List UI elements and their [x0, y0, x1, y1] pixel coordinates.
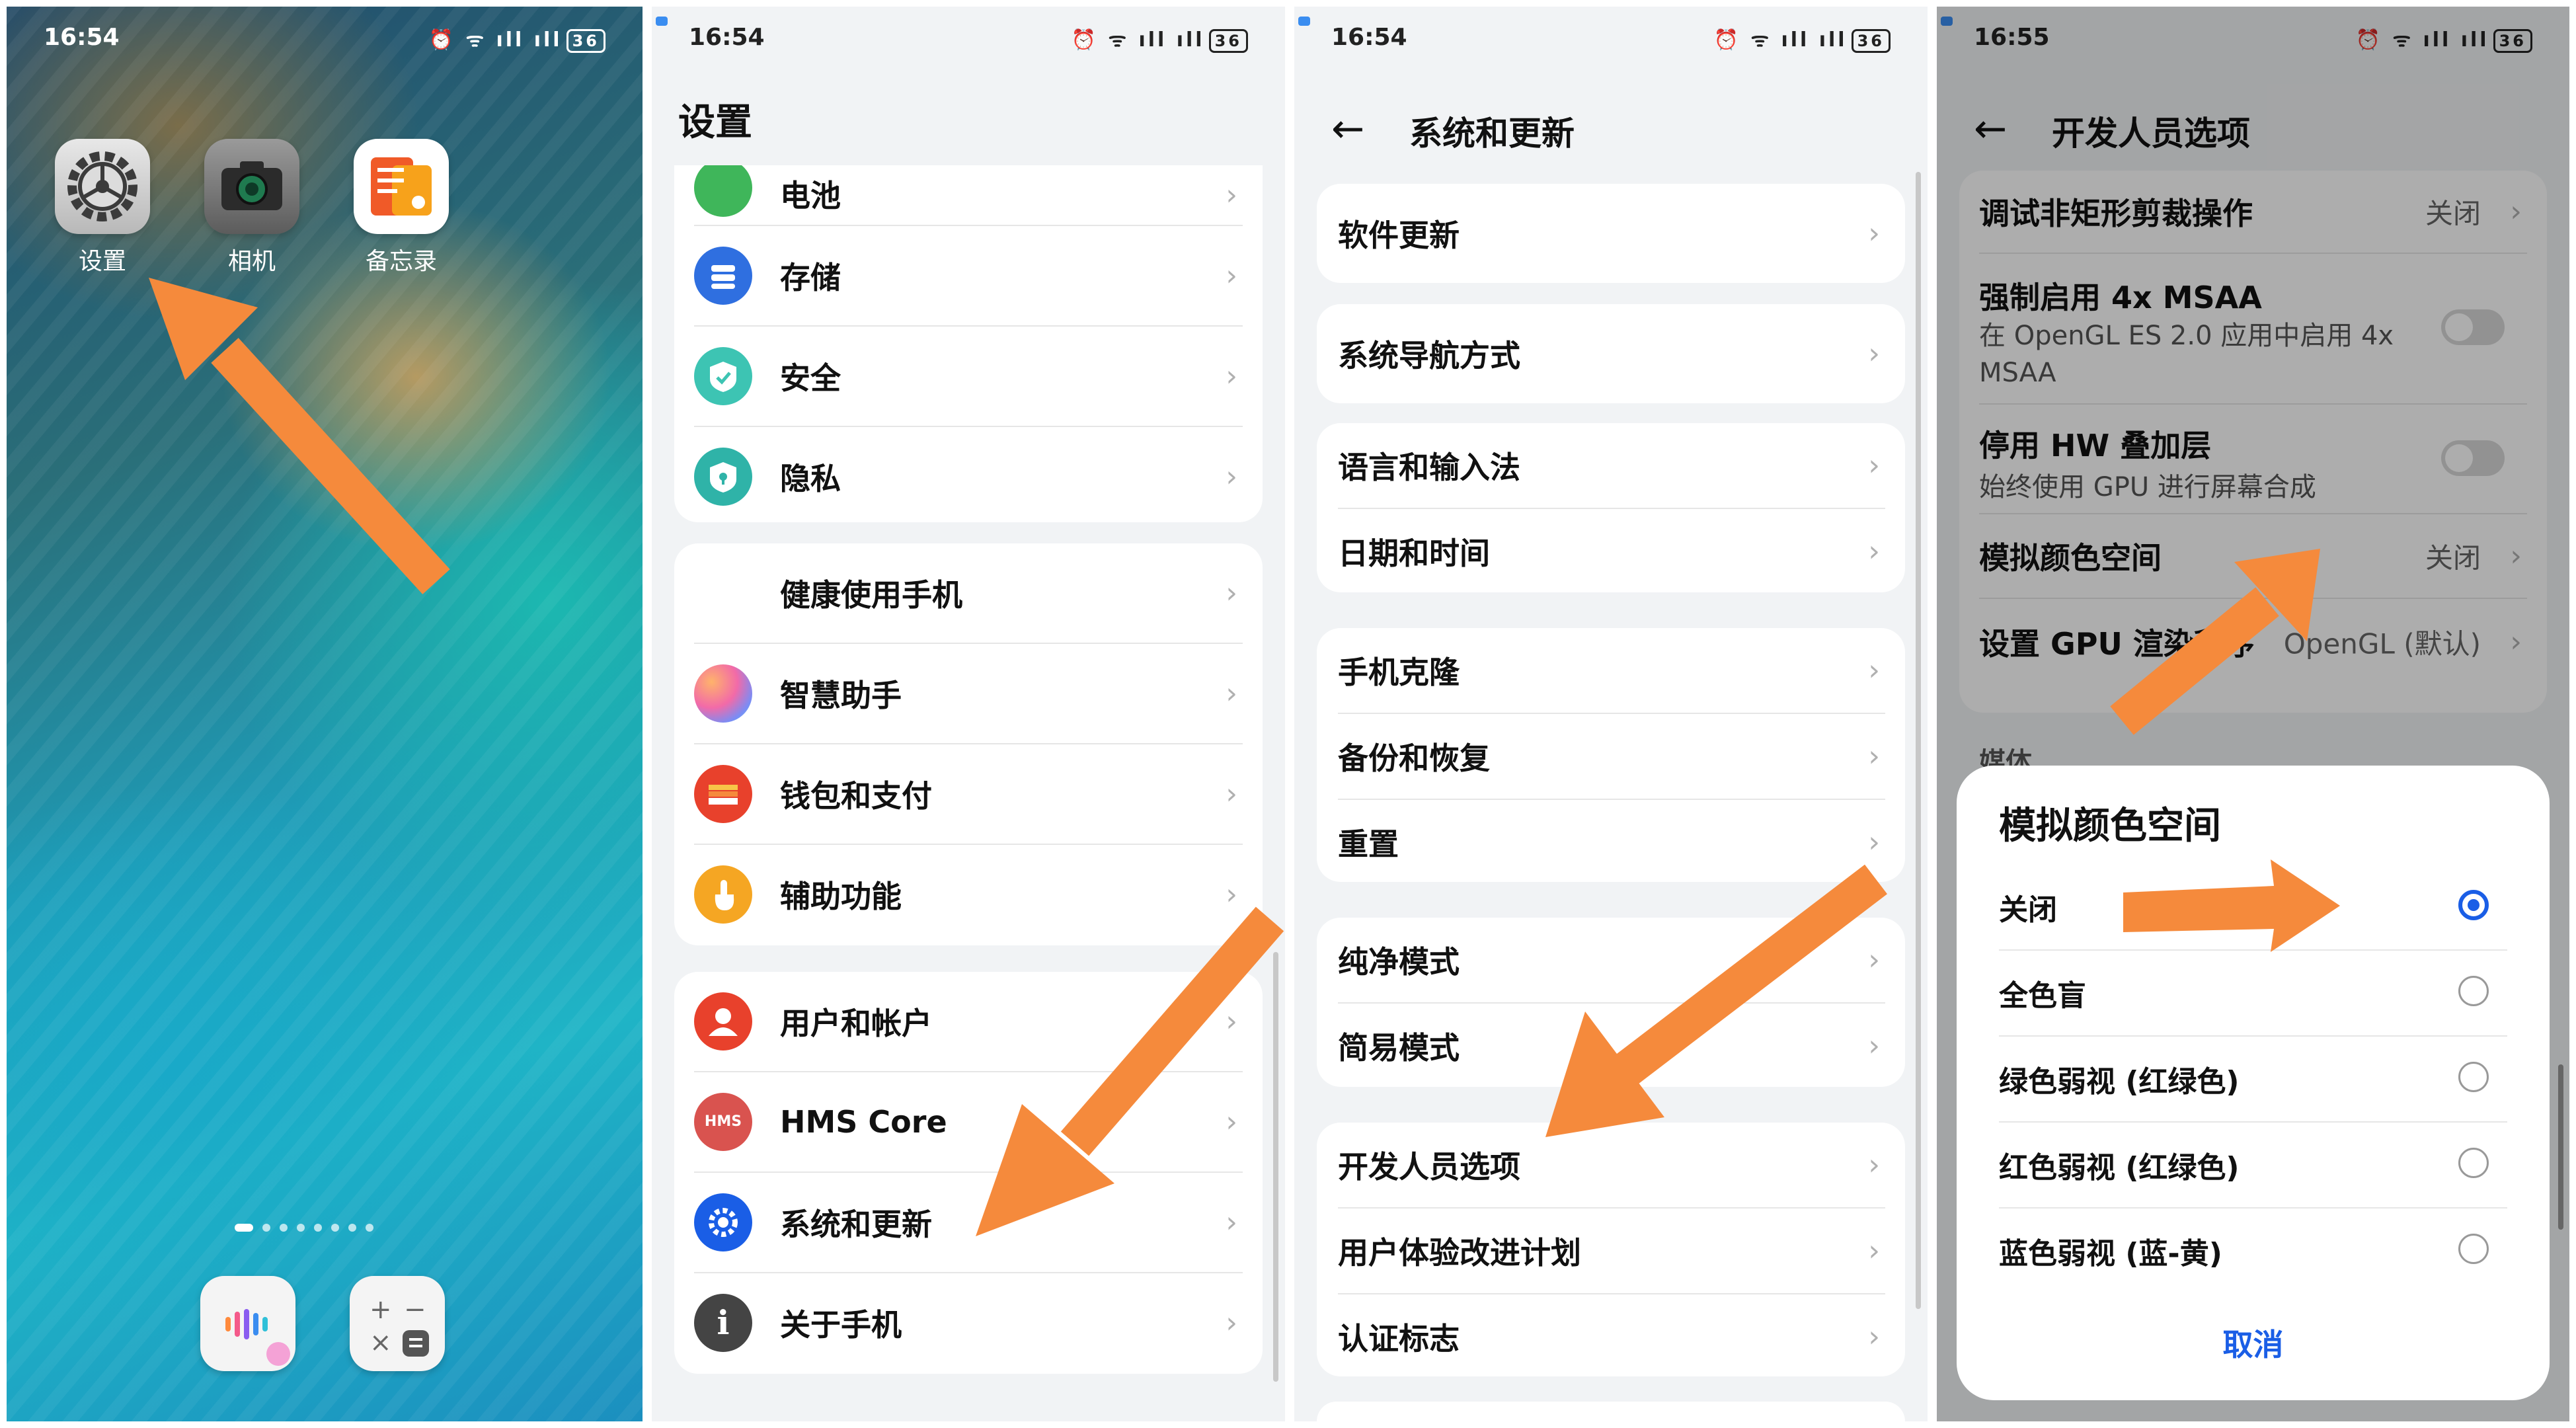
guide-arrow-to-settings [149, 278, 450, 594]
guide-arrow-to-system-update [976, 906, 1284, 1236]
settings-panel: 16:54 ⏰ ᯤ ıll ıll 36 设置 电池 › 存储 › 安全 › 隐私… [652, 7, 1285, 1421]
developer-options-panel: 16:55 ⏰ ᯤ ıll ıll 36 ← 开发人员选项 调试非矩形剪裁操作 关… [1937, 7, 2569, 1421]
guide-arrow-to-developer-options [1545, 864, 1887, 1137]
system-update-panel: 16:54 ⏰ ᯤ ıll ıll 36 ← 系统和更新 软件更新 › 系统导航方式… [1294, 7, 1928, 1421]
home-screen-panel: 16:54 ⏰ ᯤ ıll ıll 36 设置 相机 备忘录 + − × [7, 7, 643, 1421]
guide-arrow-to-option-off [2123, 859, 2340, 952]
